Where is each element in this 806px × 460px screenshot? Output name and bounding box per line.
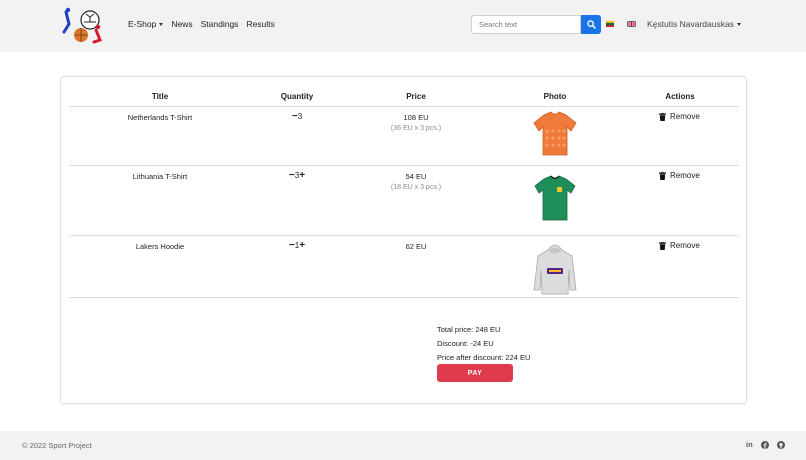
cart-card: Title Quantity Price Photo Actions Nethe… xyxy=(60,76,747,404)
linkedin-icon[interactable]: in xyxy=(746,440,753,449)
lithuania-shirt-image xyxy=(534,175,576,221)
netherlands-shirt-image xyxy=(533,111,577,156)
user-name: Kęstutis Navardauskas xyxy=(647,19,734,29)
nav-links: E-Shop News Standings Results xyxy=(128,19,275,29)
item-price-total: 54 EU xyxy=(405,172,427,181)
trash-icon xyxy=(659,112,666,121)
item-price-detail: (36 EU x 3 pcs.) xyxy=(390,125,442,132)
remove-button[interactable]: Remove xyxy=(659,112,700,121)
table-divider xyxy=(69,235,739,236)
remove-button[interactable]: Remove xyxy=(659,171,700,180)
item-quantity: 3 xyxy=(297,112,303,121)
trash-icon xyxy=(659,171,666,180)
item-title: Lithuania T-Shirt xyxy=(132,172,188,181)
search-icon xyxy=(586,20,596,29)
header-photo: Photo xyxy=(543,92,567,101)
item-price: 62 EU xyxy=(367,242,465,251)
nav-news[interactable]: News xyxy=(171,19,192,29)
table-divider xyxy=(69,297,739,298)
quantity-stepper: −1+ xyxy=(277,240,317,251)
remove-label: Remove xyxy=(670,241,700,250)
item-price: 54 EU (18 EU x 3 pcs.) xyxy=(367,172,465,191)
pay-button[interactable]: PAY xyxy=(437,364,513,382)
chevron-down-icon xyxy=(159,23,164,27)
header-price: Price xyxy=(406,92,426,101)
nav-eshop[interactable]: E-Shop xyxy=(128,19,164,29)
gb-flag-icon[interactable] xyxy=(627,21,636,27)
lakers-hoodie-image xyxy=(533,244,577,295)
header-actions: Actions xyxy=(665,92,695,101)
user-menu[interactable]: Kęstutis Navardauskas xyxy=(647,19,741,29)
search-button[interactable] xyxy=(581,15,601,34)
item-price: 108 EU (36 EU x 3 pcs.) xyxy=(367,113,465,132)
trash-icon xyxy=(659,241,666,250)
item-price-detail: (18 EU x 3 pcs.) xyxy=(390,184,442,191)
item-title: Lakers Hoodie xyxy=(135,242,185,251)
price-after-discount: Price after discount: 224 EU xyxy=(437,353,531,362)
facebook-icon[interactable] xyxy=(760,440,769,449)
footer: © 2022 Sport Project in xyxy=(0,431,806,460)
social-links: in xyxy=(746,440,785,449)
navbar: E-Shop News Standings Results Kęstutis N… xyxy=(0,0,806,52)
nav-results[interactable]: Results xyxy=(246,19,274,29)
quantity-stepper: −3 xyxy=(277,111,317,122)
remove-button[interactable]: Remove xyxy=(659,241,700,250)
total-price: Total price: 248 EU xyxy=(437,325,501,334)
remove-label: Remove xyxy=(670,112,700,121)
increase-button[interactable]: + xyxy=(299,170,305,181)
table-divider xyxy=(69,165,739,166)
remove-label: Remove xyxy=(670,171,700,180)
search-input[interactable] xyxy=(471,15,581,34)
chevron-down-icon xyxy=(736,23,741,27)
github-icon[interactable] xyxy=(776,440,785,449)
copyright: © 2022 Sport Project xyxy=(22,441,92,450)
item-title: Netherlands T-Shirt xyxy=(127,113,193,122)
lt-flag-icon[interactable] xyxy=(606,21,614,27)
increase-button[interactable]: + xyxy=(299,240,305,251)
search-form xyxy=(471,15,601,34)
nav-eshop-label: E-Shop xyxy=(128,19,157,29)
nav-standings[interactable]: Standings xyxy=(201,19,239,29)
item-price-total: 62 EU xyxy=(405,242,427,251)
header-title: Title xyxy=(151,92,169,101)
table-divider xyxy=(69,106,739,107)
order-summary: Total price: 248 EU Discount: -24 EU Pri… xyxy=(437,323,530,365)
quantity-stepper: −3+ xyxy=(277,170,317,181)
header-quantity: Quantity xyxy=(280,92,314,101)
logo-icon[interactable] xyxy=(60,6,104,46)
item-price-total: 108 EU xyxy=(403,113,429,122)
discount: Discount: -24 EU xyxy=(437,339,494,348)
